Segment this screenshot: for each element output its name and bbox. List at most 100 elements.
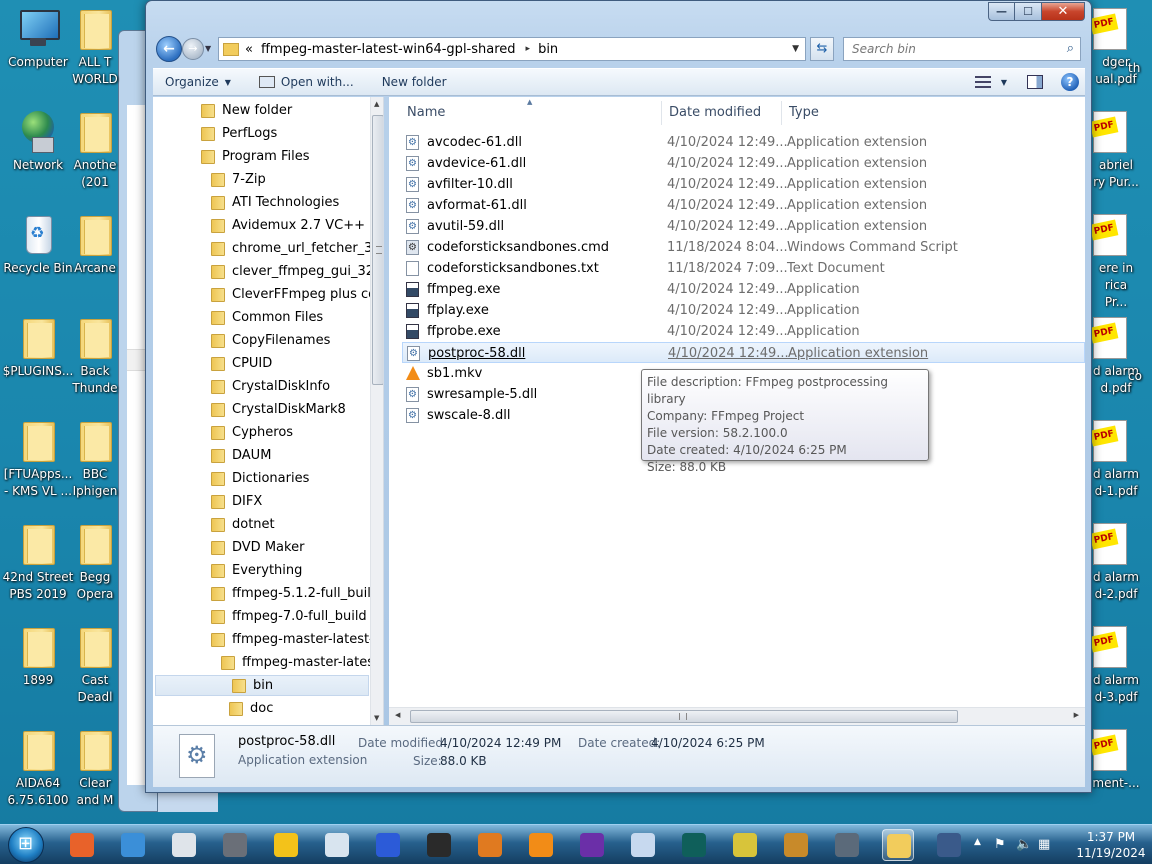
- taskbar-vlc-button[interactable]: [525, 829, 557, 861]
- file-row[interactable]: avformat-61.dll 4/10/2024 12:49...Applica…: [402, 195, 1085, 216]
- tree-item[interactable]: CleverFFmpeg plus com: [211, 284, 383, 305]
- tree-item[interactable]: CrystalDiskMark8: [211, 399, 346, 420]
- scroll-left-icon[interactable]: ◀: [395, 711, 400, 719]
- desktop-icon[interactable]: Anothe (201: [70, 109, 120, 191]
- tree-item[interactable]: DVD Maker: [211, 537, 304, 558]
- desktop-icon-label-cut[interactable]: co: [1128, 368, 1152, 385]
- address-overflow-chevron[interactable]: «: [245, 42, 253, 57]
- network-icon[interactable]: ▦: [1038, 837, 1050, 852]
- file-row[interactable]: avdevice-61.dll 4/10/2024 12:49...Applica…: [402, 153, 1085, 174]
- tree-item[interactable]: ffmpeg-7.0-full_build: [211, 606, 367, 627]
- file-row[interactable]: avcodec-61.dll 4/10/2024 12:49...Applicat…: [402, 132, 1085, 153]
- refresh-button[interactable]: ⇆: [810, 37, 834, 61]
- tree-item[interactable]: dotnet: [211, 514, 275, 535]
- open-with-button[interactable]: Open with...: [258, 75, 354, 89]
- taskbar-globe-button[interactable]: [474, 829, 506, 861]
- tree-item[interactable]: Common Files: [211, 307, 323, 328]
- desktop-icon[interactable]: AIDA64 6.75.6100: [0, 727, 76, 809]
- taskbar-clapper-button[interactable]: [423, 829, 455, 861]
- back-button[interactable]: ←: [156, 36, 182, 62]
- tree-item[interactable]: CopyFilenames: [211, 330, 330, 351]
- tree-item[interactable]: bin: [155, 675, 369, 696]
- tree-item[interactable]: ffmpeg-master-latest-w: [211, 629, 383, 650]
- maximize-button[interactable]: ☐: [1015, 2, 1042, 21]
- start-button[interactable]: [8, 827, 44, 863]
- taskbar-thunderbird-button[interactable]: [117, 829, 149, 861]
- search-icon[interactable]: ⌕: [1067, 38, 1074, 60]
- desktop-icon[interactable]: [FTUApps... - KMS VL ...: [0, 418, 76, 500]
- tree-item[interactable]: ffmpeg-master-latest-: [221, 652, 383, 673]
- taskbar-chart-button[interactable]: [729, 829, 761, 861]
- tree-item[interactable]: DAUM: [211, 445, 271, 466]
- file-row[interactable]: ffplay.exe 4/10/2024 12:49... Application: [402, 300, 1085, 321]
- tree-item[interactable]: 7-Zip: [211, 169, 266, 190]
- taskbar-tools-button[interactable]: [321, 829, 353, 861]
- desktop-icon[interactable]: 42nd Street PBS 2019: [0, 521, 76, 603]
- tree-item[interactable]: CrystalDiskInfo: [211, 376, 330, 397]
- taskbar-circle-app-button[interactable]: [831, 829, 863, 861]
- file-row[interactable]: ffprobe.exe 4/10/2024 12:49... Application: [402, 321, 1085, 342]
- desktop-icon[interactable]: Cast Deadl: [70, 624, 120, 706]
- file-row[interactable]: ffmpeg.exe 4/10/2024 12:49... Application: [402, 279, 1085, 300]
- column-header-type[interactable]: Type: [781, 97, 981, 127]
- breadcrumb-separator-icon[interactable]: ▸: [526, 44, 531, 54]
- show-hidden-icons-icon[interactable]: ▲: [974, 837, 981, 847]
- taskbar-app-tile-button[interactable]: [219, 829, 251, 861]
- chevron-down-icon[interactable]: ▼: [1001, 78, 1007, 87]
- tree-item[interactable]: chrome_url_fetcher_390: [211, 238, 383, 259]
- preview-pane-icon[interactable]: [1027, 75, 1043, 89]
- desktop-icon[interactable]: Computer: [0, 6, 76, 71]
- taskbar-explorer-button[interactable]: [882, 829, 914, 861]
- tree-item[interactable]: DIFX: [211, 491, 262, 512]
- tree-item[interactable]: ffmpeg-5.1.2-full_build: [211, 583, 379, 604]
- tree-item[interactable]: Everything: [211, 560, 302, 581]
- scrollbar-thumb[interactable]: [372, 115, 383, 385]
- desktop-icon[interactable]: Recycle Bin: [0, 212, 76, 277]
- clock[interactable]: 1:37 PM 11/19/2024: [1072, 829, 1150, 861]
- file-row[interactable]: postproc-58.dll 4/10/2024 12:49...Applica…: [402, 342, 1085, 364]
- desktop-icon[interactable]: BBC Iphigen: [70, 418, 120, 500]
- desktop-icon[interactable]: Clear and M: [70, 727, 120, 809]
- tree-item[interactable]: New folder: [201, 100, 292, 121]
- chevron-down-icon[interactable]: ▼: [792, 44, 799, 54]
- desktop-icon[interactable]: Arcane: [70, 212, 120, 277]
- organize-button[interactable]: Organize ▼: [165, 75, 231, 89]
- desktop-icon-label-cut[interactable]: th: [1128, 60, 1152, 77]
- file-row[interactable]: codeforsticksandbones.cmd 11/18/2024 8:04…: [402, 237, 1085, 258]
- minimize-button[interactable]: —: [988, 2, 1015, 21]
- breadcrumb-segment[interactable]: bin: [538, 42, 558, 57]
- taskbar-pineapple-button[interactable]: [780, 829, 812, 861]
- file-row[interactable]: avutil-59.dll 4/10/2024 12:49...Applicati…: [402, 216, 1085, 237]
- tree-item[interactable]: ATI Technologies: [211, 192, 339, 213]
- file-row[interactable]: avfilter-10.dll 4/10/2024 12:49...Applica…: [402, 174, 1085, 195]
- breadcrumb-segment[interactable]: ffmpeg-master-latest-win64-gpl-shared: [261, 42, 516, 57]
- column-header-date[interactable]: Date modified: [661, 97, 781, 127]
- help-icon[interactable]: ?: [1061, 73, 1079, 91]
- tree-item[interactable]: doc: [229, 698, 273, 719]
- navigation-scrollbar[interactable]: ▲ ▼: [370, 97, 383, 725]
- desktop-icon[interactable]: Network: [0, 109, 76, 174]
- scroll-up-icon[interactable]: ▲: [374, 100, 379, 108]
- file-row[interactable]: codeforsticksandbones.txt 11/18/2024 7:09…: [402, 258, 1085, 279]
- desktop-icon[interactable]: ALL T WORLD: [70, 6, 120, 88]
- tree-item[interactable]: Program Files: [201, 146, 310, 167]
- taskbar-firefox-button[interactable]: [66, 829, 98, 861]
- scrollbar-thumb[interactable]: [410, 710, 958, 723]
- address-bar[interactable]: « ffmpeg-master-latest-win64-gpl-shared …: [218, 37, 806, 61]
- scroll-right-icon[interactable]: ▶: [1074, 711, 1079, 719]
- desktop-icon[interactable]: Back Thunde: [70, 315, 120, 397]
- view-options-icon[interactable]: [974, 76, 991, 88]
- scroll-down-icon[interactable]: ▼: [374, 714, 379, 722]
- volume-icon[interactable]: 🔈: [1016, 837, 1032, 852]
- desktop-icon[interactable]: 1899: [0, 624, 76, 689]
- desktop-icon[interactable]: Begg Opera: [70, 521, 120, 603]
- tree-item[interactable]: PerfLogs: [201, 123, 277, 144]
- taskbar-notes-button[interactable]: [627, 829, 659, 861]
- tree-item[interactable]: Dictionaries: [211, 468, 309, 489]
- taskbar-chip-button[interactable]: [576, 829, 608, 861]
- taskbar-media-player-button[interactable]: [168, 829, 200, 861]
- taskbar-text-editor-button[interactable]: [678, 829, 710, 861]
- taskbar-player-button[interactable]: [270, 829, 302, 861]
- tree-item[interactable]: Cypheros: [211, 422, 293, 443]
- tree-item[interactable]: CPUID: [211, 353, 272, 374]
